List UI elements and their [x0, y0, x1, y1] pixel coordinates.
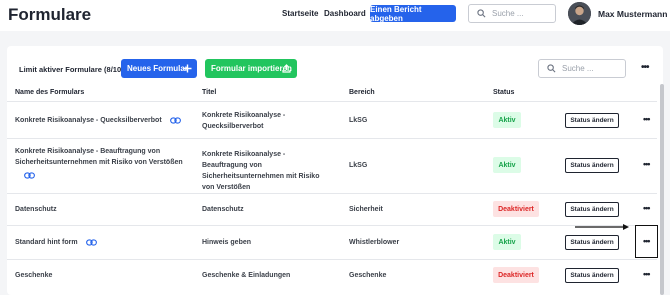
status-badge: Aktiv [493, 112, 521, 128]
link-icon[interactable] [24, 172, 35, 179]
form-name: Geschenke [15, 272, 53, 279]
form-area: Geschenke [349, 272, 387, 279]
col-header-title[interactable]: Titel [202, 89, 216, 96]
page-title: Formulare [8, 5, 92, 24]
highlight-box [635, 225, 658, 258]
row-more-button[interactable]: ••• [643, 203, 651, 213]
form-name: Standard hint form [15, 239, 78, 246]
row-divider [7, 138, 657, 139]
change-status-button[interactable]: Status ändern [565, 158, 619, 173]
form-area: LkSG [349, 162, 368, 169]
import-form-button[interactable]: Formular importieren [205, 59, 297, 78]
form-area: Whistlerblower [349, 239, 400, 246]
form-name: Konkrete Risikoanalyse - Beauftragung vo… [15, 148, 183, 166]
form-name: Konkrete Risikoanalyse - Quecksilberverb… [15, 117, 162, 124]
change-status-button[interactable]: Status ändern [565, 268, 619, 283]
table-search-placeholder: Suche ... [562, 64, 594, 73]
row-more-button[interactable]: ••• [643, 114, 651, 124]
form-name: Datenschutz [15, 206, 57, 213]
row-more-button[interactable]: ••• [643, 269, 651, 279]
header-search-placeholder: Suche ... [492, 9, 524, 18]
upload-icon [282, 64, 291, 73]
col-header-area[interactable]: Bereich [349, 89, 375, 96]
plus-icon [183, 64, 192, 73]
table-row-name[interactable]: Datenschutz [15, 204, 57, 215]
avatar[interactable] [568, 2, 591, 25]
change-status-button[interactable]: Status ändern [565, 202, 619, 217]
row-more-button[interactable]: ••• [643, 159, 651, 169]
new-form-label: Neues Formular [127, 64, 188, 73]
row-divider [7, 193, 657, 194]
link-icon[interactable] [85, 239, 97, 246]
new-form-button[interactable]: Neues Formular [121, 59, 197, 78]
form-title: Konkrete Risikoanalyse - Beauftragung vo… [202, 151, 320, 191]
change-status-button[interactable]: Status ändern [565, 235, 619, 250]
top-header: Formulare Startseite Dashboard Einen Ber… [0, 0, 670, 31]
user-name[interactable]: Max Mustermann [598, 9, 667, 19]
form-area: Sicherheit [349, 206, 383, 213]
row-divider [7, 225, 657, 226]
header-search-input[interactable]: Suche ... [468, 4, 556, 23]
form-area: LkSG [349, 117, 368, 124]
nav-dashboard[interactable]: Dashboard [324, 9, 366, 18]
change-status-button[interactable]: Status ändern [565, 113, 619, 128]
table-row-name[interactable]: Geschenke [15, 270, 52, 281]
row-divider [7, 101, 657, 102]
limit-label: Limit aktiver Formulare (8/10) [19, 65, 124, 74]
form-title: Geschenke & Einladungen [202, 272, 291, 279]
import-form-label: Formular importieren [211, 64, 292, 73]
table-row-name[interactable]: Konkrete Risikoanalyse - Beauftragung vo… [15, 146, 190, 179]
col-header-name[interactable]: Name des Formulars [15, 89, 84, 96]
table-row-name[interactable]: Standard hint form [15, 237, 97, 248]
search-icon [547, 64, 556, 73]
status-badge: Deaktiviert [493, 201, 539, 217]
form-title: Datenschutz [202, 206, 244, 213]
link-icon[interactable] [169, 117, 181, 124]
status-badge: Aktiv [493, 157, 521, 173]
search-icon [477, 9, 486, 18]
nav-startseite[interactable]: Startseite [282, 9, 318, 18]
row-divider [7, 259, 657, 260]
arrow-annotation-icon [575, 224, 629, 230]
form-title: Konkrete Risikoanalyse - Quecksilberverb… [202, 112, 286, 130]
col-header-status[interactable]: Status [493, 89, 514, 96]
status-badge: Deaktiviert [493, 267, 539, 283]
form-title: Hinweis geben [202, 239, 252, 246]
table-search-input[interactable]: Suche ... [538, 59, 626, 78]
submit-report-button[interactable]: Einen Bericht abgeben [370, 5, 456, 23]
status-badge: Aktiv [493, 234, 521, 250]
scrollbar[interactable] [660, 84, 664, 295]
table-row-name[interactable]: Konkrete Risikoanalyse - Quecksilberverb… [15, 115, 195, 126]
more-options-button[interactable]: ••• [641, 62, 649, 73]
